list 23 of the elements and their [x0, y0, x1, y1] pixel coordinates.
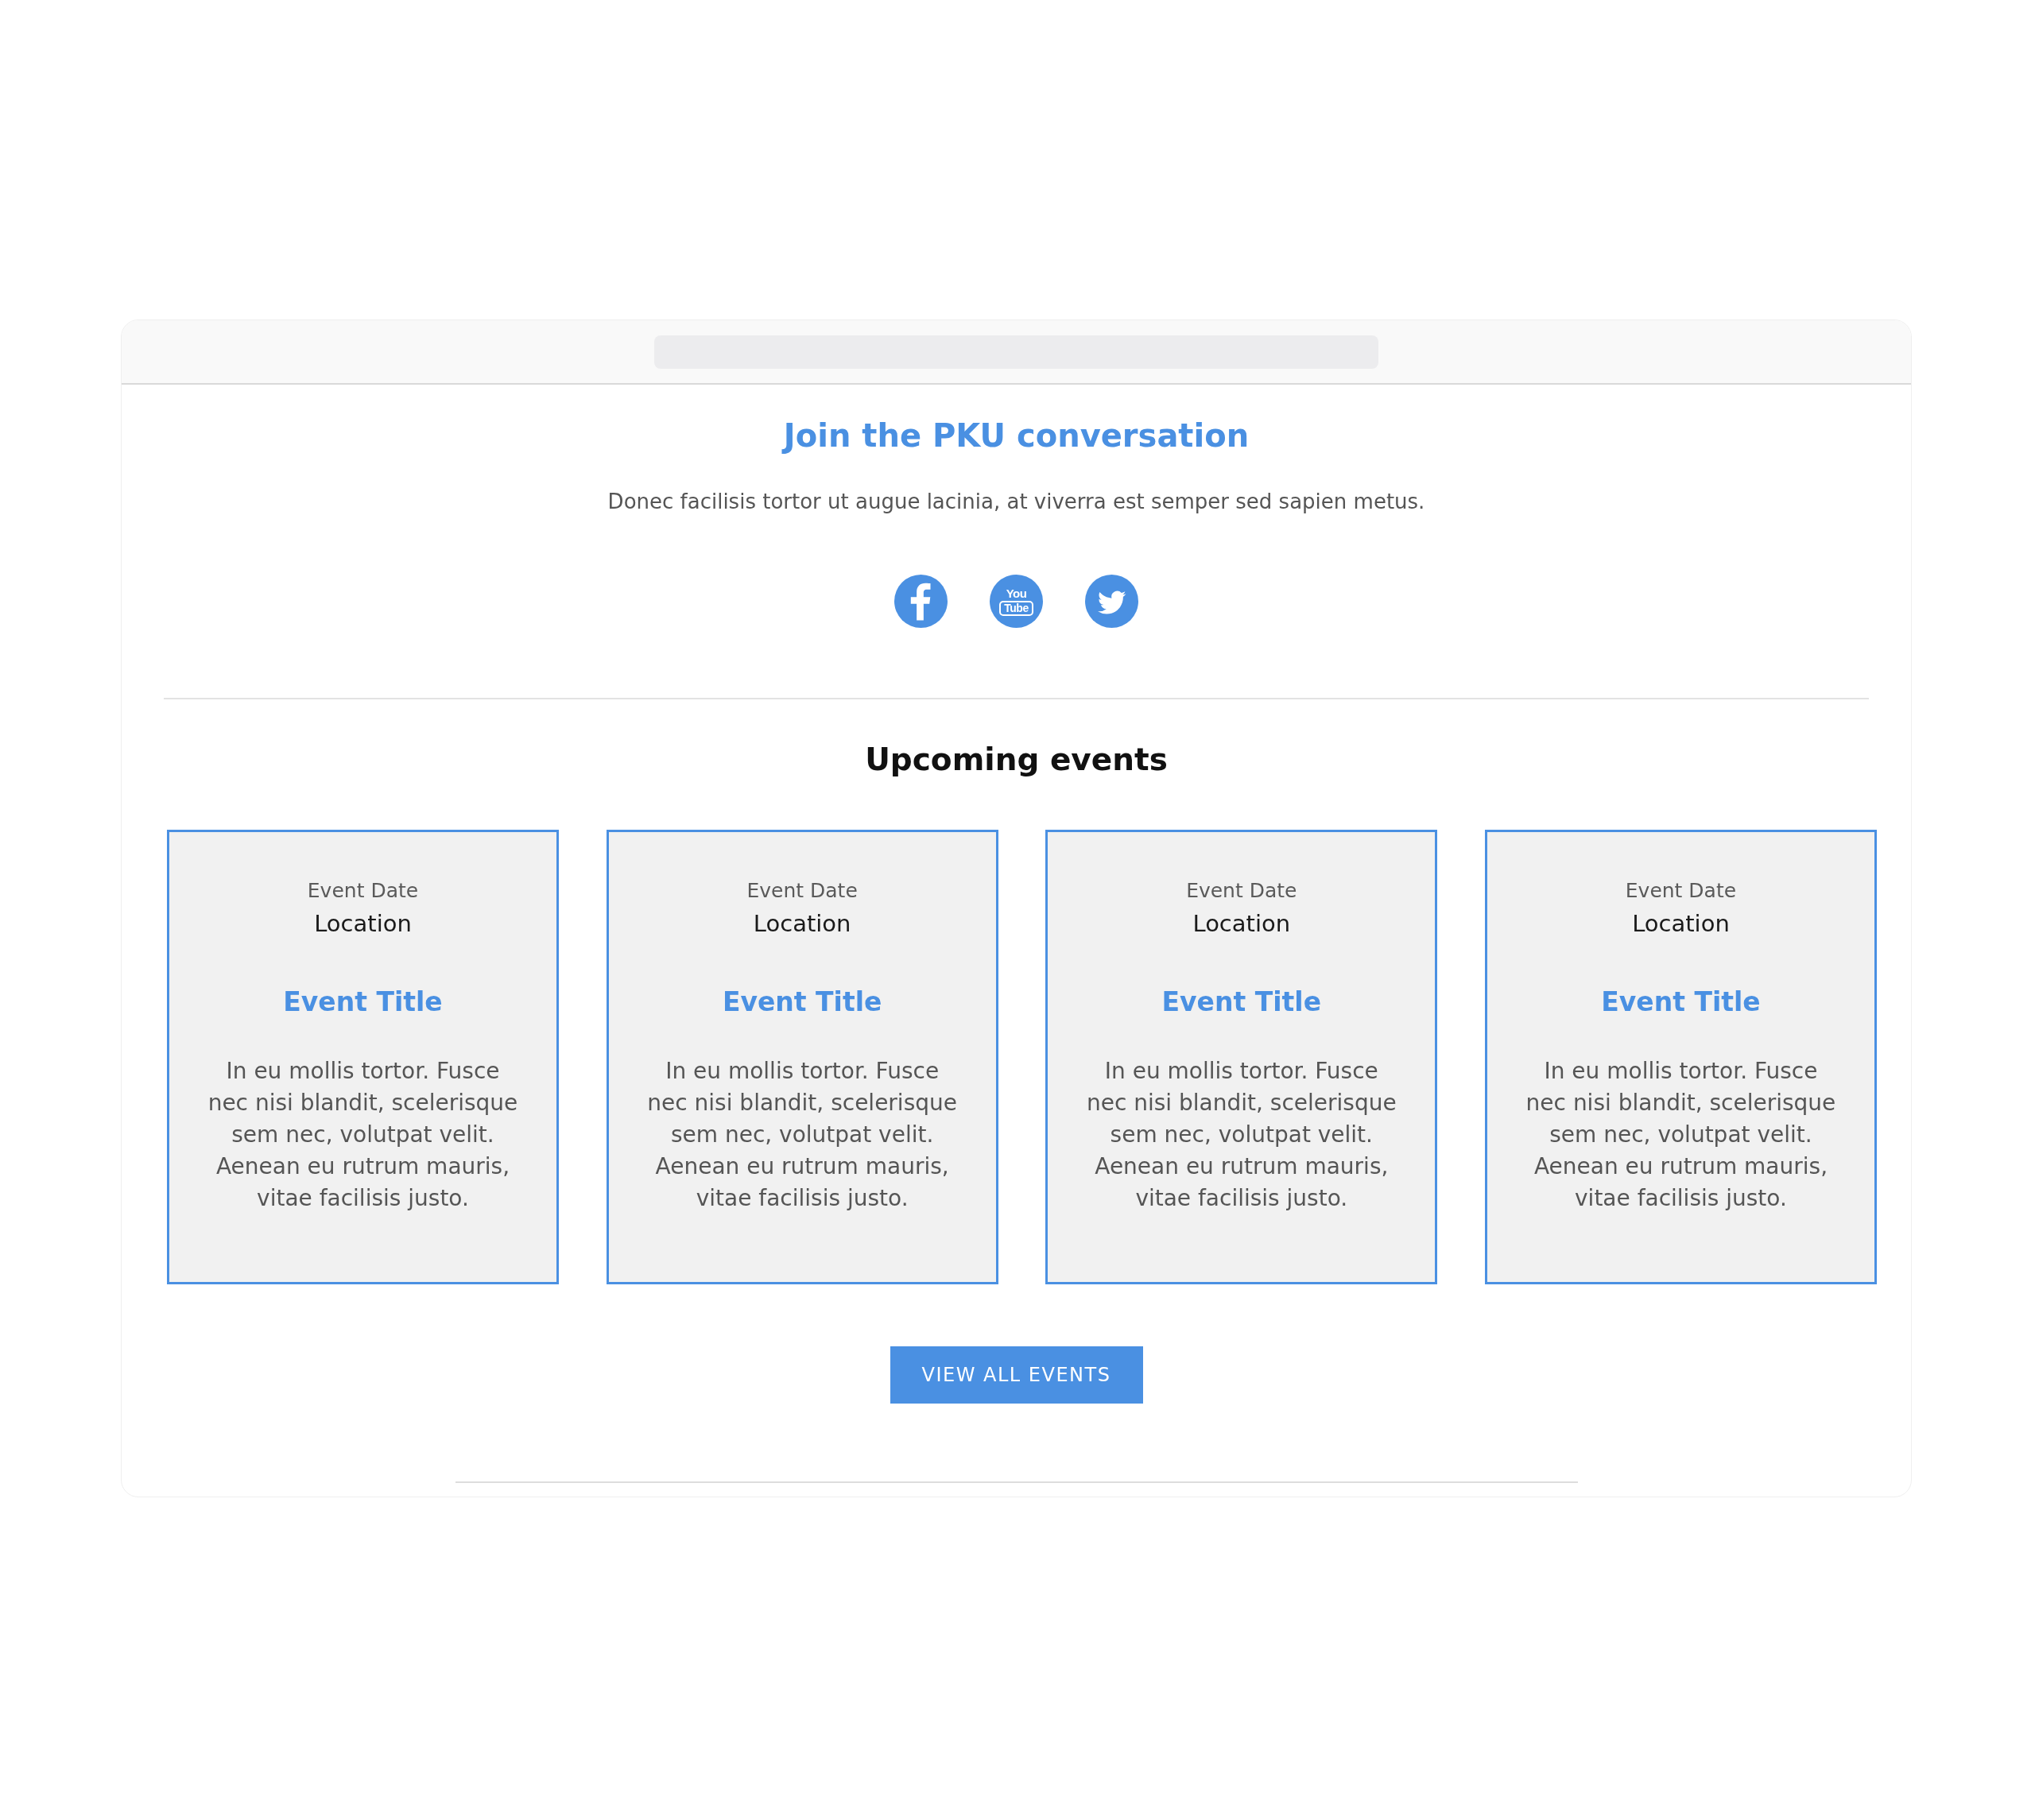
event-title[interactable]: Event Title: [722, 983, 882, 1021]
event-location: Location: [753, 909, 851, 939]
event-title[interactable]: Event Title: [1601, 983, 1761, 1021]
event-date: Event Date: [746, 878, 858, 904]
section-subtitle: Donec facilisis tortor ut augue lacinia, at viverra est semper sed sapien metus.: [607, 489, 1425, 515]
event-title[interactable]: Event Title: [1161, 983, 1322, 1021]
event-title[interactable]: Event Title: [283, 983, 443, 1021]
bird-icon[interactable]: [1085, 575, 1138, 628]
event-location: Location: [1632, 909, 1730, 939]
event-date: Event Date: [307, 878, 419, 904]
event-date: Event Date: [1625, 878, 1737, 904]
events-heading: Upcoming events: [865, 741, 1168, 779]
event-description: In eu mollis tortor. Fusce nec nisi blandit, scelerisque sem nec, volutpat velit. Aenean eu rutrum mauris, vitae facilisis justo.: [207, 1057, 519, 1213]
event-description: In eu mollis tortor. Fusce nec nisi blandit, scelerisque sem nec, volutpat velit. Aenean eu rutrum mauris, vitae facilisis justo.: [1085, 1057, 1397, 1213]
event-location: Location: [1192, 909, 1291, 939]
view-all-events-button[interactable]: VIEW ALL EVENTS: [890, 1346, 1143, 1404]
youtube-link[interactable]: You Tube: [990, 575, 1043, 628]
event-date: Event Date: [1186, 878, 1297, 904]
facebook-icon[interactable]: [894, 575, 948, 628]
section-heading: Join the PKU conversation: [783, 416, 1250, 455]
event-description: In eu mollis tortor. Fusce nec nisi blandit, scelerisque sem nec, volutpat velit. Aenean eu rutrum mauris, vitae facilisis justo.: [646, 1057, 958, 1213]
event-description: In eu mollis tortor. Fusce nec nisi blandit, scelerisque sem nec, volutpat velit. Aenean eu rutrum mauris, vitae facilisis justo.: [1525, 1057, 1837, 1213]
event-location: Location: [314, 909, 412, 939]
